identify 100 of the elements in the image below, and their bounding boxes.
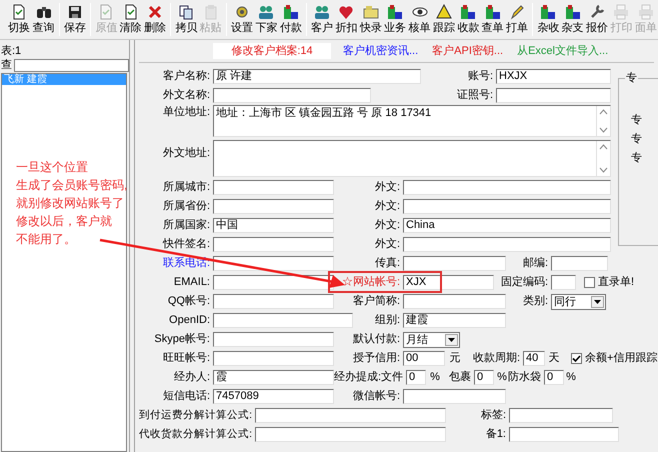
toolbar-button[interactable]: 收款	[456, 0, 480, 39]
text-field[interactable]	[213, 332, 334, 347]
document-icon	[122, 4, 139, 20]
field-label: OpenID:	[168, 313, 211, 328]
triangle-icon	[436, 4, 452, 20]
toolbar-button[interactable]: 付款	[278, 0, 303, 39]
text-field[interactable]	[213, 199, 334, 214]
toolbar-button[interactable]: 跟踪	[432, 0, 456, 39]
field-label: 邮编:	[522, 256, 549, 271]
field-label: 收款周期:	[472, 351, 521, 366]
text-field[interactable]: 霞	[213, 370, 334, 385]
text-field[interactable]	[509, 427, 619, 442]
text-field[interactable]: China	[403, 218, 611, 233]
text-field[interactable]: XJX	[403, 275, 494, 290]
heart-icon	[338, 4, 354, 20]
field-label: 外文地址:	[162, 146, 211, 161]
group-label: 专	[631, 132, 643, 147]
text-field[interactable]: 0	[544, 370, 564, 385]
text-field[interactable]	[403, 199, 611, 214]
toolbar-button[interactable]: 核单	[407, 0, 432, 39]
field-label: 证照号:	[456, 88, 494, 103]
toolbar-button[interactable]: 切换	[7, 0, 32, 39]
toolbar-button[interactable]: 查单	[480, 0, 505, 39]
bars-icon	[484, 4, 501, 20]
checkbox[interactable]	[571, 353, 582, 364]
text-field[interactable]	[551, 275, 576, 290]
dropdown[interactable]: 月结	[403, 332, 460, 348]
search-label: 查	[1, 58, 12, 72]
text-field[interactable]	[496, 88, 611, 103]
printer-icon	[638, 4, 654, 20]
text-field[interactable]	[403, 180, 611, 195]
group-label: 专	[631, 113, 643, 128]
text-field[interactable]: 建霞	[403, 313, 506, 328]
text-field[interactable]: 7457089	[213, 389, 334, 404]
toolbar-button[interactable]: 快录	[358, 0, 384, 39]
text-field[interactable]: 40	[523, 351, 545, 366]
text-field[interactable]: 00	[403, 351, 445, 366]
search-field[interactable]	[14, 58, 129, 72]
toolbar-button[interactable]: 折扣	[334, 0, 359, 39]
text-field[interactable]	[255, 427, 446, 442]
text-area[interactable]: 地址：上海市 区 镇金园五路 号 原 18 17341	[213, 105, 611, 137]
bars-icon	[282, 4, 299, 20]
field-label: 所属城市:	[162, 180, 211, 195]
text-field[interactable]	[403, 237, 611, 252]
text-field[interactable]	[213, 180, 334, 195]
tab[interactable]: 客户API密钥...	[430, 43, 506, 59]
annotation-text: 一旦这个位置 生成了会员账号密码, 就别修改网站账号了 修改以后，客户就 不能用了。	[16, 159, 128, 248]
toolbar-button[interactable]: 删除	[142, 0, 168, 39]
text-field[interactable]	[213, 351, 334, 366]
field-label: 微信帐号:	[352, 389, 401, 404]
field-label: EMAIL:	[172, 275, 211, 290]
toolbar-button[interactable]: 报价	[584, 0, 610, 39]
toolbar-button[interactable]: 客户	[310, 0, 334, 39]
field-label: 组别:	[374, 313, 401, 328]
text-field[interactable]	[509, 408, 613, 423]
toolbar-button[interactable]: 业务	[383, 0, 408, 39]
text-field[interactable]: HXJX	[496, 69, 611, 84]
unit-label: %	[565, 370, 577, 385]
field-label: 类别:	[522, 294, 549, 309]
checkbox-label: 余额+信用跟踪	[585, 351, 658, 366]
text-field[interactable]	[213, 294, 334, 309]
text-field[interactable]	[213, 313, 353, 328]
toolbar-button[interactable]: 下家	[254, 0, 279, 39]
toolbar-button[interactable]: 打单	[504, 0, 530, 39]
toolbar-button[interactable]: 杂支	[560, 0, 585, 39]
toolbar-button[interactable]: 查询	[31, 0, 56, 39]
unit-label: %	[429, 370, 441, 385]
text-field[interactable]	[255, 408, 446, 423]
text-field[interactable]	[403, 256, 506, 271]
toolbar-button[interactable]: 清除	[118, 0, 143, 39]
field-label: 外文:	[374, 180, 401, 195]
field-label: 经办人:	[172, 370, 211, 385]
field-label: 代收货款分解计算公式:	[141, 427, 253, 442]
field-label: 单位地址:	[162, 105, 211, 120]
text-area[interactable]	[213, 140, 611, 177]
wrench-icon	[589, 4, 606, 20]
toolbar-button[interactable]: 拷贝	[174, 0, 199, 39]
text-field[interactable]: 0	[474, 370, 494, 385]
text-field[interactable]	[213, 88, 371, 103]
unit-label: 元	[448, 351, 462, 366]
table-count: 表:1	[1, 44, 22, 58]
group-label: 专	[631, 151, 643, 166]
text-field[interactable]	[213, 275, 334, 290]
printer-icon	[613, 4, 630, 20]
text-field[interactable]	[213, 237, 334, 252]
toolbar-button[interactable]: 设置	[230, 0, 254, 39]
toolbar-button[interactable]: 保存	[62, 0, 88, 39]
text-field[interactable]	[213, 256, 334, 271]
text-field[interactable]: 0	[406, 370, 426, 385]
tab[interactable]: 修改客户档案:14	[213, 43, 331, 59]
text-field[interactable]: 中国	[213, 218, 334, 233]
text-field[interactable]	[403, 294, 506, 309]
text-field[interactable]	[551, 256, 608, 271]
toolbar-button[interactable]: 杂收	[536, 0, 561, 39]
dropdown[interactable]: 同行	[551, 294, 606, 310]
document-icon	[11, 4, 28, 20]
text-field[interactable]	[403, 389, 506, 404]
checkbox[interactable]	[584, 277, 595, 288]
text-field[interactable]: 原 许建	[213, 69, 421, 84]
tab[interactable]: 客户机密资讯...	[341, 43, 420, 59]
